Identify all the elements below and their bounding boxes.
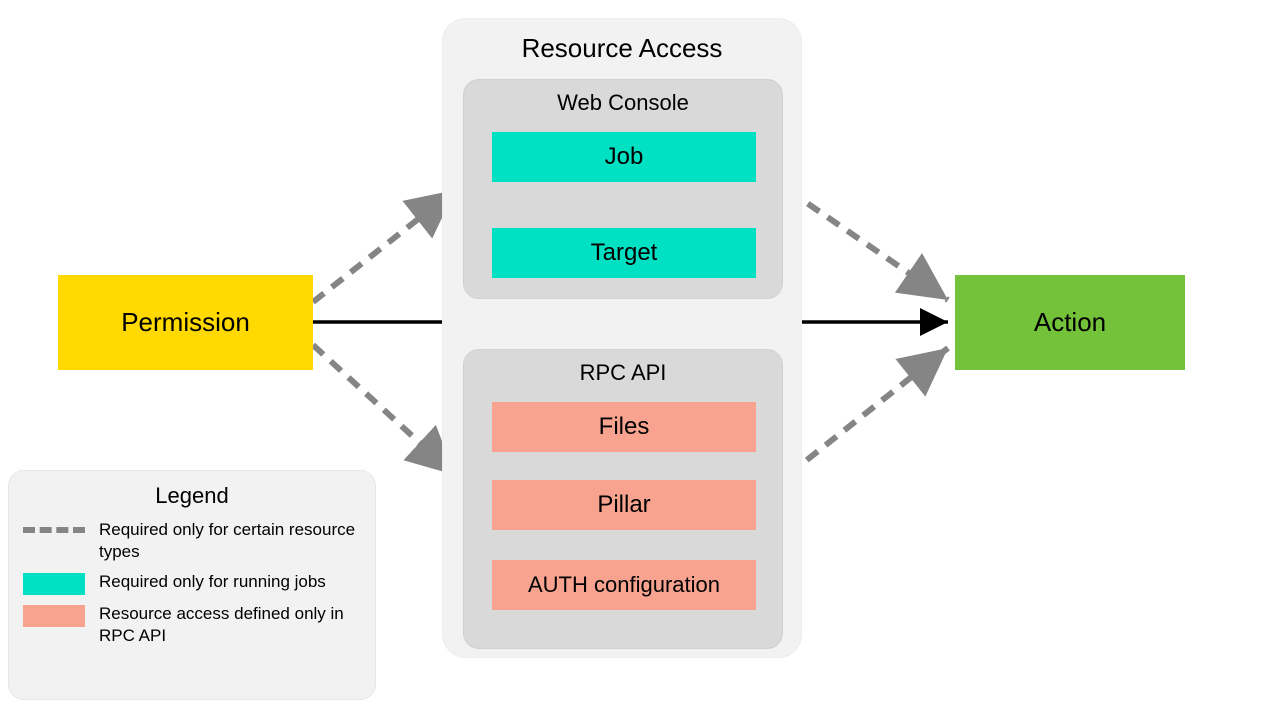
action-label: Action (1034, 307, 1106, 338)
rpc-api-panel: RPC API Files Pillar AUTH configuration (463, 349, 783, 649)
chip-label: AUTH configuration (528, 572, 720, 598)
arrow-permission-to-rpc (313, 345, 455, 475)
legend-box: Legend Required only for certain resourc… (8, 470, 376, 700)
rpc-api-item-auth: AUTH configuration (492, 560, 756, 610)
legend-row-dashed: Required only for certain resource types (23, 519, 361, 563)
web-console-item-target: Target (492, 228, 756, 278)
rpc-api-item-files: Files (492, 402, 756, 452)
legend-row-coral: Resource access defined only in RPC API (23, 603, 361, 647)
arrow-rpc-to-action (788, 348, 948, 475)
dashed-line-icon (23, 527, 85, 533)
legend-text: Resource access defined only in RPC API (99, 603, 361, 647)
permission-node: Permission (58, 275, 313, 370)
web-console-title: Web Console (464, 90, 782, 116)
chip-label: Files (599, 413, 650, 441)
chip-label: Target (591, 239, 658, 267)
legend-text: Required only for running jobs (99, 571, 361, 593)
legend-text: Required only for certain resource types (99, 519, 361, 563)
permission-label: Permission (121, 307, 250, 338)
teal-swatch-icon (23, 573, 85, 595)
rpc-api-title: RPC API (464, 360, 782, 386)
arrow-web-to-action (788, 190, 948, 300)
chip-label: Job (605, 143, 644, 171)
coral-swatch-icon (23, 605, 85, 627)
arrow-permission-to-web (313, 190, 455, 302)
legend-row-teal: Required only for running jobs (23, 571, 361, 595)
chip-label: Pillar (597, 491, 650, 519)
web-console-item-job: Job (492, 132, 756, 182)
resource-access-title: Resource Access (443, 33, 801, 64)
resource-access-container: Resource Access Web Console Job Target R… (442, 18, 802, 658)
legend-title: Legend (23, 483, 361, 509)
web-console-panel: Web Console Job Target (463, 79, 783, 299)
rpc-api-item-pillar: Pillar (492, 480, 756, 530)
action-node: Action (955, 275, 1185, 370)
